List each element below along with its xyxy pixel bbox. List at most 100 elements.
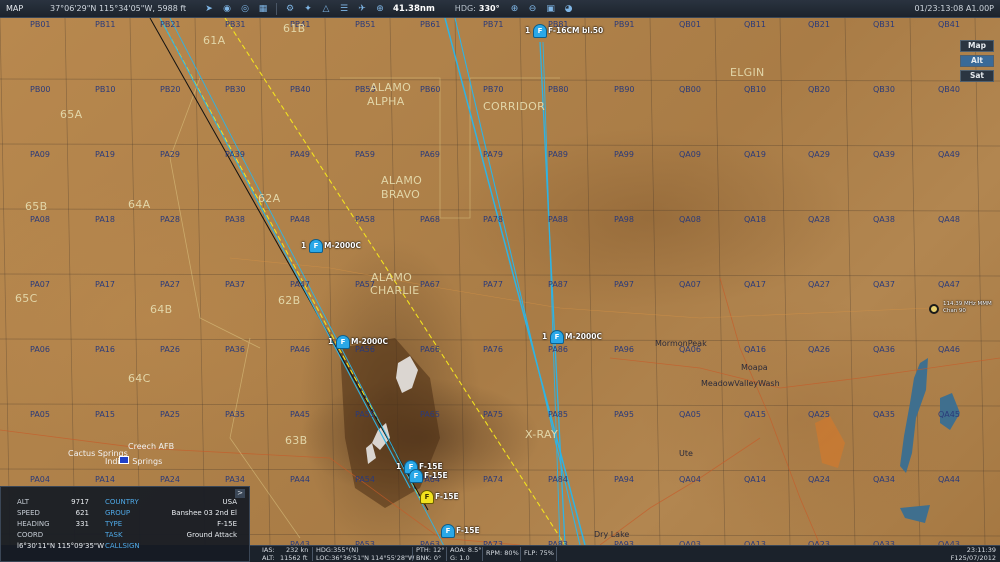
grid-cell-label: PB51 [355, 20, 376, 29]
area-label: 64A [128, 198, 151, 211]
navaid-channel: Chan 90 [943, 308, 966, 314]
grid-cell-label: PA39 [225, 150, 245, 159]
grid-cell-label: QA48 [938, 215, 960, 224]
grid-cell-label: PA67 [420, 280, 440, 289]
grid-cell-label: QA14 [744, 475, 766, 484]
track-line [539, 41, 566, 545]
unit-marker[interactable]: F [336, 335, 350, 349]
grid-cell-label: PA26 [160, 345, 180, 354]
area-label: 62B [278, 294, 301, 307]
unit-marker[interactable]: F [550, 330, 564, 344]
unit-count: 1 [301, 241, 307, 250]
grid-cell-label: QB20 [808, 85, 830, 94]
unit-type-label: M-2000C [324, 241, 361, 250]
status-divider [520, 547, 521, 561]
grid-cell-label: PA99 [614, 150, 634, 159]
aircraft-icon[interactable]: ✈ [355, 2, 369, 16]
grid-cell-label: PB11 [95, 20, 116, 29]
sim-date: F125/07/2012 [950, 553, 996, 562]
grid-cell-label: PA66 [420, 345, 440, 354]
grid-cell-label: PB30 [225, 85, 246, 94]
country-label: COUNTRY [105, 498, 139, 506]
grid-cell-label: QA09 [679, 150, 701, 159]
crosshair-icon[interactable]: ⊕ [373, 2, 387, 16]
target-icon[interactable]: ◎ [238, 2, 252, 16]
grid-cell-label: PB01 [30, 20, 51, 29]
grid-cell-label: PA96 [614, 345, 634, 354]
g-status: G: 1.0 [450, 553, 470, 562]
plane-icon[interactable]: ➤ [202, 2, 216, 16]
bank-status: BNK: 0° [416, 553, 442, 562]
grid-cell-label: PA86 [548, 345, 568, 354]
grid-cell-label: PA77 [483, 280, 503, 289]
grid-cell-label: PA74 [483, 475, 503, 484]
grid-cell-label: QA25 [808, 410, 830, 419]
grid-cell-label: PA38 [225, 215, 245, 224]
sim-time: 23:11:39 F125/07/2012 [950, 546, 996, 562]
zone-boundary [169, 77, 301, 539]
area-label: 65C [15, 292, 38, 305]
area-label: BRAVO [381, 188, 421, 201]
unit-marker[interactable]: F [441, 524, 455, 538]
grid-cell-label: PA85 [548, 410, 568, 419]
zoom-in-icon[interactable]: ⊕ [508, 2, 522, 16]
unit-marker[interactable]: F [533, 24, 547, 38]
area-label: 64C [128, 372, 151, 385]
globe-icon[interactable]: ◕ [562, 2, 576, 16]
grid-cell-label: QB01 [679, 20, 701, 29]
area-label: 65B [25, 200, 48, 213]
location-status: LOC:36°36'51"N 114°55'28"W [316, 553, 415, 562]
grid-line-vertical [64, 18, 76, 545]
alt-label: ALT [17, 498, 30, 506]
view-alt-button[interactable]: Alt [960, 55, 994, 67]
grid-cell-label: QA04 [679, 475, 701, 484]
lake [900, 358, 928, 473]
zoom-fit-icon[interactable]: ▣ [544, 2, 558, 16]
road [609, 357, 1000, 389]
cursor-coordinates: 37°06'29"N 115°34'05"W, 5988 ft [50, 4, 187, 13]
unit-count: 1 [328, 337, 334, 346]
grid-cell-label: PA05 [30, 410, 50, 419]
grid-cell-label: PA25 [160, 410, 180, 419]
restricted-area [815, 416, 845, 468]
grid-cell-label: PA37 [225, 280, 245, 289]
area-label: ELGIN [730, 66, 765, 79]
radar-icon[interactable]: ✦ [301, 2, 315, 16]
grid-icon[interactable]: ▦ [256, 2, 270, 16]
unit-type-label: F-15E [435, 492, 459, 501]
grid-cell-label: PA58 [355, 215, 375, 224]
ruler-icon[interactable]: △ [319, 2, 333, 16]
heading-info-label: HEADING [17, 520, 50, 528]
grid-line-horizontal [0, 78, 1000, 82]
grid-cell-label: PA29 [160, 150, 180, 159]
grid-cell-label: PA36 [225, 345, 245, 354]
toolbar-divider [276, 2, 277, 15]
map-canvas[interactable]: PB01 PB11 PB21 PB31 PB41 PB51 PB61 PB71 PB81 PB91… [0, 18, 1000, 545]
grid-cell-label: QB41 [938, 20, 960, 29]
view-sat-button[interactable]: Sat [960, 70, 994, 82]
view-map-button[interactable]: Map [960, 40, 994, 52]
unit-marker[interactable]: F [309, 239, 323, 253]
waypoint-icon[interactable]: ◉ [220, 2, 234, 16]
navaid-icon[interactable] [929, 304, 939, 314]
unit-marker[interactable]: F [409, 469, 423, 483]
grid-line-horizontal [0, 143, 1000, 147]
grid-cell-label: QA35 [873, 410, 895, 419]
place-label: MeadowValleyWash [701, 379, 780, 388]
grid-cell-label: QB31 [873, 20, 895, 29]
grid-cell-label: QA37 [873, 280, 895, 289]
area-label: CHARLIE [370, 284, 420, 297]
grid-line-vertical [194, 18, 206, 545]
grid-cell-label: QA05 [679, 410, 701, 419]
layers-icon[interactable]: ☰ [337, 2, 351, 16]
selected-unit-marker[interactable]: F [420, 490, 434, 504]
grid-line-vertical [909, 18, 921, 545]
unit-icon[interactable]: ⚙ [283, 2, 297, 16]
grid-cell-label: PB40 [290, 85, 311, 94]
place-label: Indian Springs [105, 457, 163, 466]
grid-cell-label: QA17 [744, 280, 766, 289]
grid-cell-label: PB60 [420, 85, 441, 94]
airbase-marker[interactable] [119, 456, 129, 464]
zoom-out-icon[interactable]: ⊖ [526, 2, 540, 16]
grid-cell-label: PA24 [160, 475, 180, 484]
